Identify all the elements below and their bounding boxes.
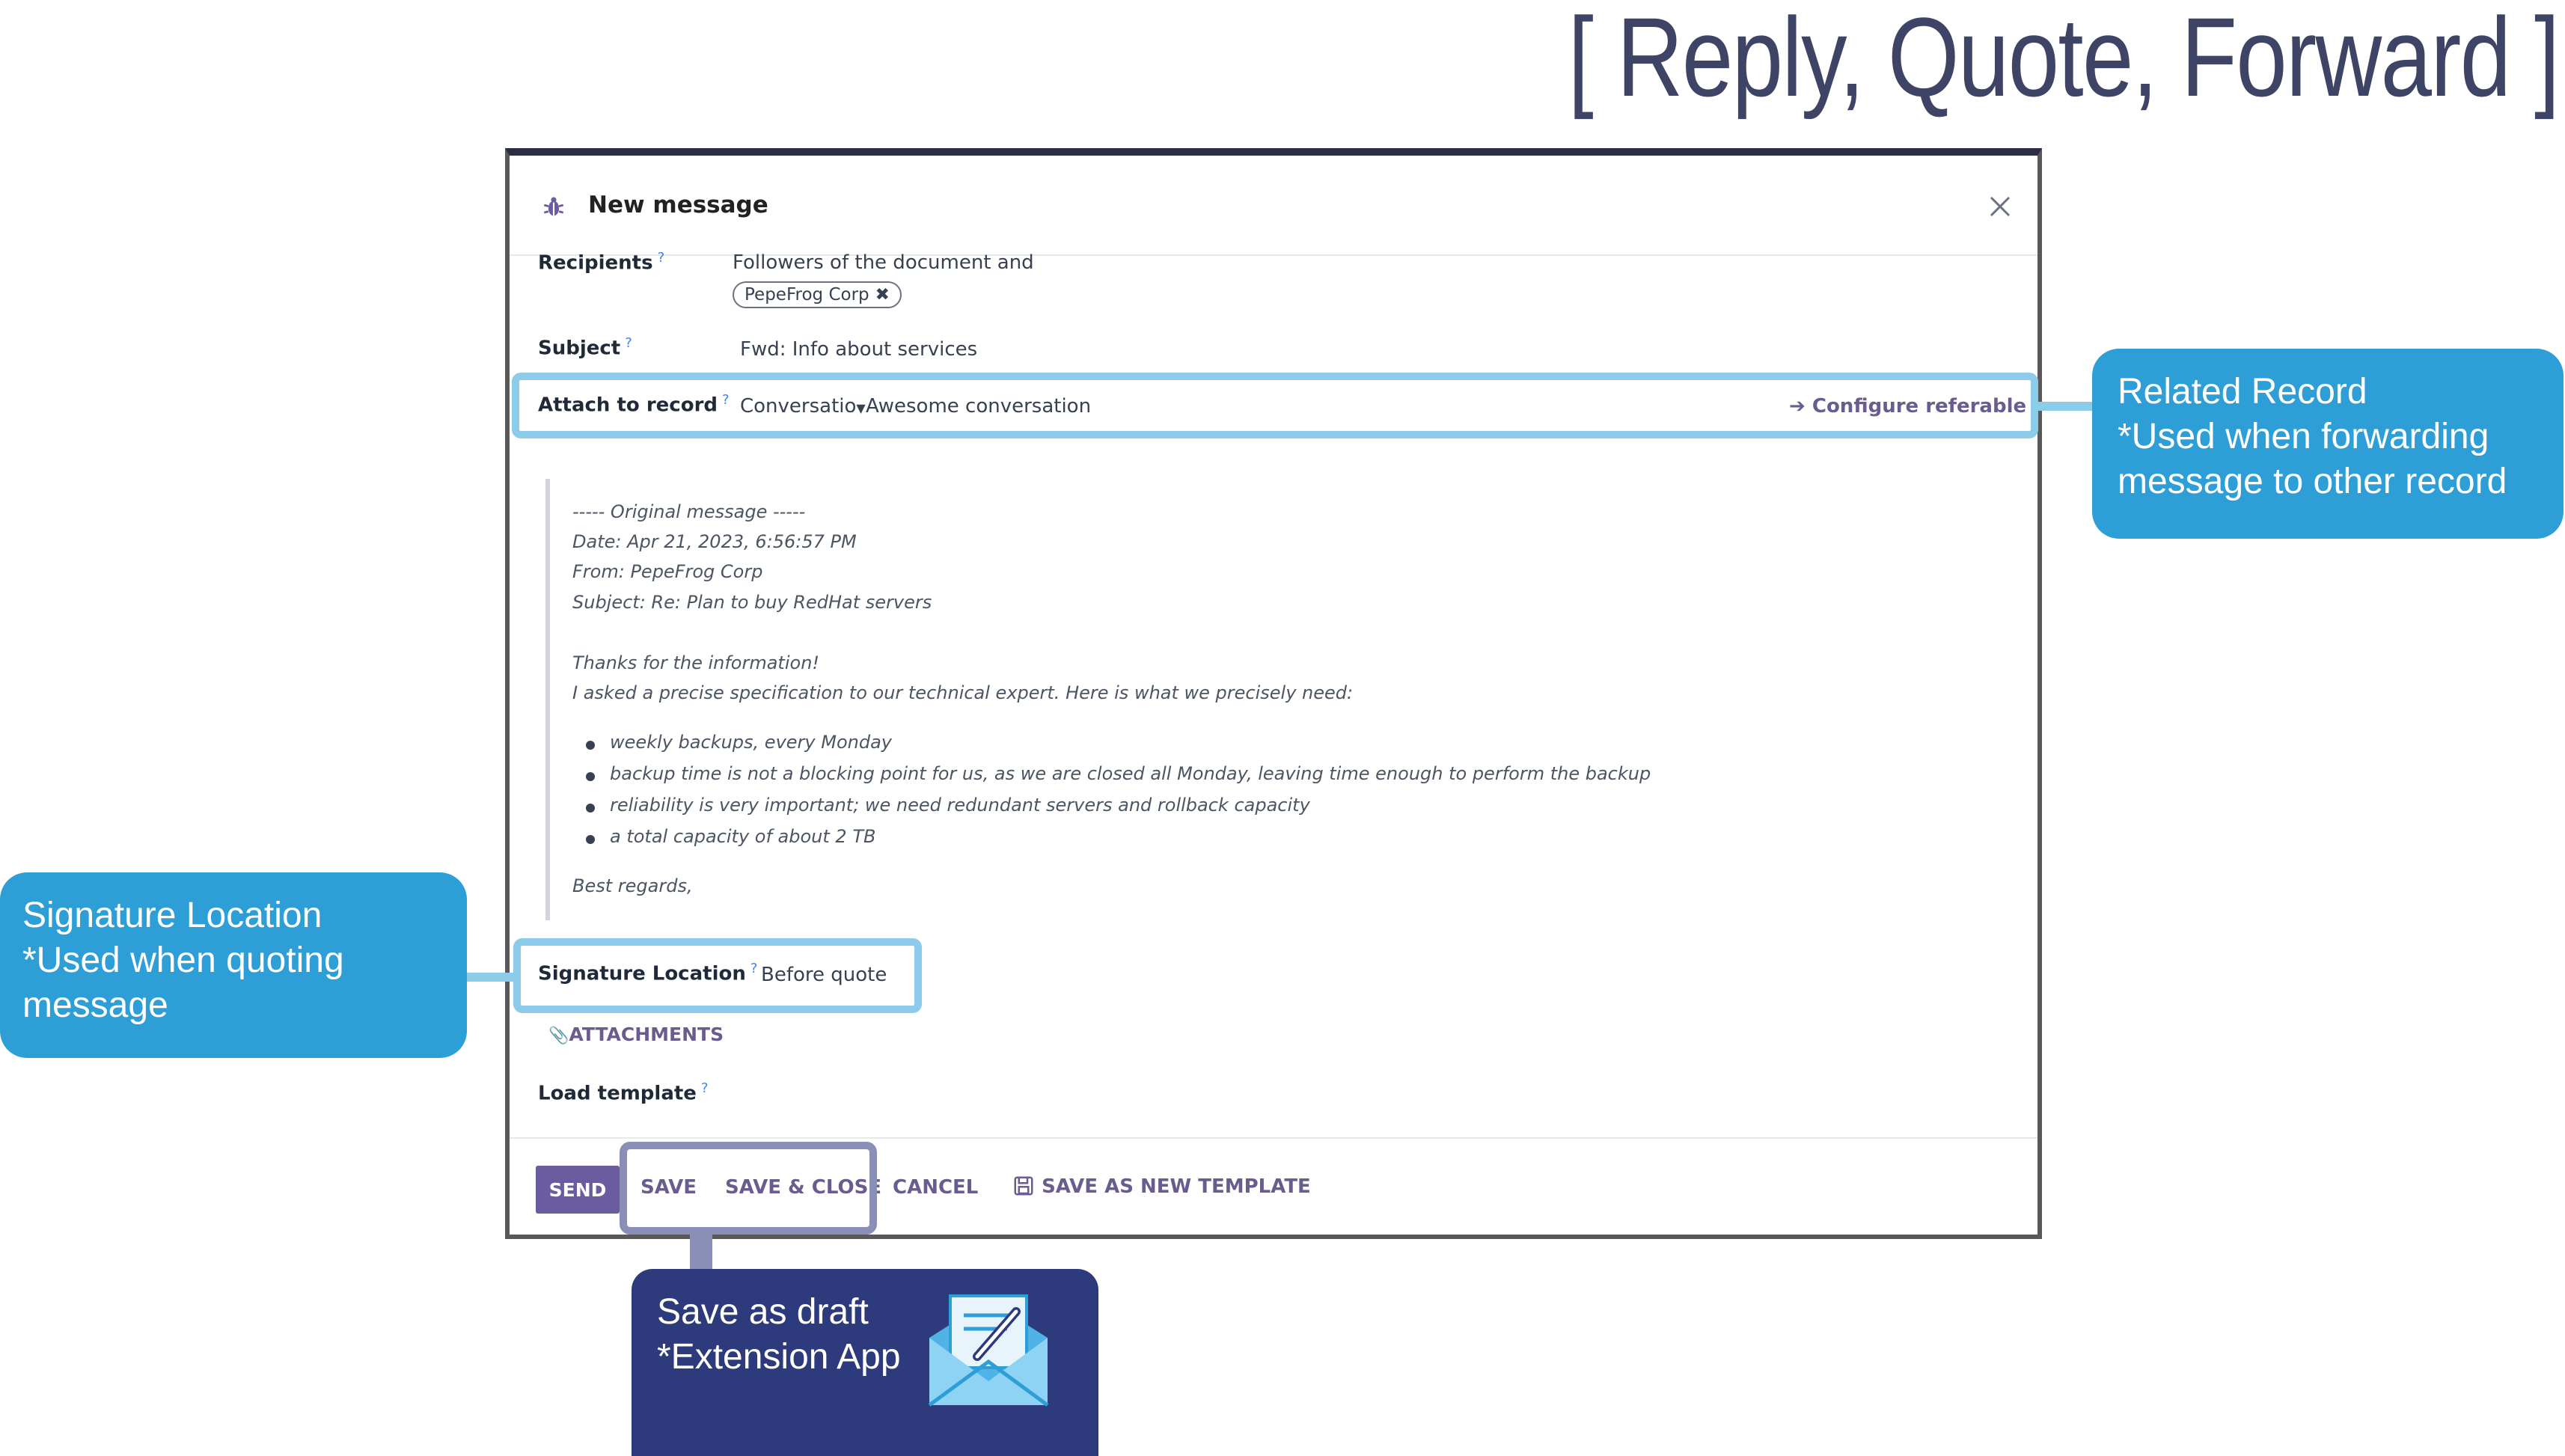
headline: [ Reply, Quote, Forward ]	[1568, 0, 2561, 120]
quote-line-1: Thanks for the information!	[572, 652, 820, 673]
quote-bullet: a total capacity of about 2 TB	[610, 826, 876, 847]
help-mark: ?	[657, 250, 665, 266]
recipients-text: Followers of the document and	[733, 251, 1034, 274]
callout-line: Related Record	[2118, 372, 2367, 412]
quote-bullet: backup time is not a blocking point for …	[610, 763, 1651, 784]
signature-location-highlight	[513, 938, 922, 1013]
recipient-tag-label: PepeFrog Corp	[745, 285, 869, 305]
connector-line	[690, 1235, 712, 1269]
recipient-tag[interactable]: PepeFrog Corp ✖	[733, 281, 902, 308]
bullet-dot	[586, 804, 595, 813]
new-message-dialog: New message Recipients? Followers of the…	[505, 148, 2042, 1239]
paperclip-icon: 📎	[548, 1027, 569, 1045]
save-buttons-highlight	[620, 1142, 877, 1235]
attachments-button[interactable]: 📎ATTACHMENTS	[548, 1024, 724, 1045]
attach-record-highlight	[512, 373, 2038, 438]
email-draft-icon	[928, 1294, 1049, 1407]
callout-line: message to other record	[2118, 462, 2507, 501]
cancel-button[interactable]: CANCEL	[893, 1176, 978, 1199]
bullet-dot	[586, 772, 595, 781]
bug-icon	[543, 197, 564, 216]
quote-header: ----- Original message -----	[572, 501, 806, 522]
quote-subject: Subject: Re: Plan to buy RedHat servers	[572, 592, 932, 613]
close-icon[interactable]	[1987, 193, 2014, 220]
callout-line: *Used when forwarding	[2118, 417, 2489, 456]
related-record-callout: Related Record *Used when forwarding mes…	[2092, 349, 2564, 539]
bullet-dot	[586, 741, 595, 750]
dialog-header: New message	[510, 156, 2037, 256]
callout-line: *Used when quoting message	[22, 940, 344, 1025]
help-mark: ?	[625, 335, 632, 351]
remove-tag-icon[interactable]: ✖	[875, 285, 890, 305]
quote-date: Date: Apr 21, 2023, 6:56:57 PM	[572, 531, 857, 552]
connector-line	[2038, 402, 2092, 411]
bullet-dot	[586, 835, 595, 844]
save-as-template-button[interactable]: SAVE AS NEW TEMPLATE	[1012, 1175, 1311, 1198]
send-button[interactable]: SEND	[536, 1166, 620, 1214]
recipients-label: Recipients?	[538, 250, 665, 275]
save-draft-callout: Save as draft *Extension App	[632, 1269, 1098, 1456]
load-template-label: Load template?	[538, 1080, 709, 1105]
quote-line-2: I asked a precise specification to our t…	[572, 682, 1354, 703]
quote-from: From: PepeFrog Corp	[572, 561, 763, 582]
connector-line	[467, 973, 516, 982]
help-mark: ?	[700, 1080, 709, 1096]
signature-location-callout: Signature Location *Used when quoting me…	[0, 872, 467, 1058]
quoted-message: ----- Original message ----- Date: Apr 2…	[545, 479, 1972, 920]
subject-input[interactable]: Fwd: Info about services	[740, 338, 977, 361]
callout-line: Signature Location	[22, 896, 322, 935]
quote-bullet: weekly backups, every Monday	[610, 732, 892, 753]
subject-label: Subject?	[538, 335, 632, 360]
quote-bullet: reliability is very important; we need r…	[610, 795, 1310, 816]
dialog-title: New message	[588, 192, 768, 218]
floppy-disk-icon	[1014, 1176, 1033, 1196]
quote-closing: Best regards,	[572, 875, 693, 896]
